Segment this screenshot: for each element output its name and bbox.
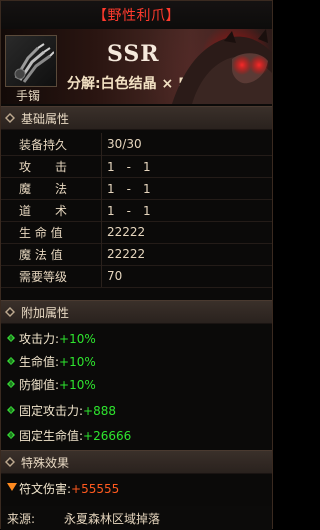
- stat-label: 装备持久: [19, 137, 68, 152]
- item-tooltip-panel: 【野性利爪】 手镯 SSR 分解:白色结晶 × 50 基础属性 装备持久 30/…: [0, 0, 273, 530]
- section-title-extra: 附加属性: [21, 305, 70, 320]
- rarity-badge: SSR: [107, 41, 160, 67]
- stat-value: 1 - 1: [107, 181, 151, 196]
- special-effect-item: 符文伤害:+55555: [1, 476, 272, 500]
- row-separator: [101, 155, 102, 177]
- row-separator: [101, 243, 102, 265]
- base-stat-row: 生 命 值 22222: [1, 221, 272, 244]
- stat-value: 22222: [107, 247, 146, 261]
- stat-value: 1 - 1: [107, 203, 151, 218]
- row-separator: [101, 133, 102, 155]
- item-title: 【野性利爪】: [93, 8, 180, 24]
- down-arrow-icon: [7, 483, 17, 491]
- item-type-label: 手镯: [16, 89, 41, 103]
- character-portrait: [172, 29, 272, 104]
- diamond-icon: [5, 457, 15, 467]
- stat-value: 22222: [107, 225, 146, 239]
- item-hero: 手镯 SSR 分解:白色结晶 × 50: [1, 29, 272, 104]
- source-label: 来源:: [7, 511, 36, 526]
- section-base-attributes: 基础属性: [1, 106, 272, 130]
- row-separator: [101, 199, 102, 221]
- extra-stat-item: 攻击力:+10%: [1, 327, 272, 350]
- stat-label: 魔 法 值: [19, 247, 63, 262]
- stat-label: 魔 法: [19, 181, 68, 196]
- green-gem-icon: [7, 380, 15, 388]
- extra-stat-name: 防御值:+10%: [19, 378, 96, 392]
- row-separator: [101, 177, 102, 199]
- special-effect-name: 符文伤害:+55555: [19, 481, 120, 496]
- extra-stat-name: 固定攻击力:+888: [19, 404, 117, 418]
- green-gem-icon: [7, 406, 15, 414]
- base-stat-row: 装备持久 30/30: [1, 133, 272, 156]
- extra-stat-item: 固定生命值:+26666: [1, 424, 272, 447]
- stat-value: 70: [107, 269, 123, 283]
- extra-stat-item: 固定攻击力:+888: [1, 399, 272, 422]
- green-gem-icon: [7, 431, 15, 439]
- extra-stat-name: 固定生命值:+26666: [19, 429, 132, 443]
- diamond-icon: [5, 113, 15, 123]
- green-gem-icon: [7, 357, 15, 365]
- section-special-effects: 特殊效果: [1, 450, 272, 474]
- stat-value: 30/30: [107, 137, 142, 151]
- extra-stat-value: +888: [83, 404, 117, 418]
- source-value: 永夏森林区域掉落: [64, 511, 161, 526]
- extra-stat-name: 攻击力:+10%: [19, 332, 96, 346]
- base-stat-row: 需要等级 70: [1, 265, 272, 288]
- stat-label: 生 命 值: [19, 225, 63, 240]
- row-separator: [101, 221, 102, 243]
- stat-label: 攻 击: [19, 159, 68, 174]
- title-bar: 【野性利爪】: [1, 1, 272, 29]
- stat-label: 道 术: [19, 203, 68, 218]
- row-separator: [101, 265, 102, 287]
- base-stat-row: 魔 法 1 - 1: [1, 177, 272, 200]
- extra-stat-value: +10%: [59, 332, 96, 346]
- claw-bracelet-icon: [5, 35, 57, 87]
- extra-stat-item: 防御值:+10%: [1, 373, 272, 396]
- item-source: 来源: 永夏森林区域掉落: [1, 506, 272, 530]
- section-title-special: 特殊效果: [21, 455, 70, 470]
- base-stat-row: 攻 击 1 - 1: [1, 155, 272, 178]
- section-title-base: 基础属性: [21, 111, 70, 126]
- green-gem-icon: [7, 334, 15, 342]
- extra-stat-name: 生命值:+10%: [19, 355, 96, 369]
- stat-value: 1 - 1: [107, 159, 151, 174]
- base-stat-row: 道 术 1 - 1: [1, 199, 272, 222]
- base-stat-row: 魔 法 值 22222: [1, 243, 272, 266]
- extra-stat-value: +26666: [83, 429, 132, 443]
- extra-stat-value: +10%: [59, 355, 96, 369]
- diamond-icon: [5, 307, 15, 317]
- extra-stat-value: +10%: [59, 378, 96, 392]
- extra-stat-item: 生命值:+10%: [1, 350, 272, 373]
- section-extra-attributes: 附加属性: [1, 300, 272, 324]
- special-effect-value: +55555: [71, 481, 120, 496]
- stat-label: 需要等级: [19, 269, 68, 284]
